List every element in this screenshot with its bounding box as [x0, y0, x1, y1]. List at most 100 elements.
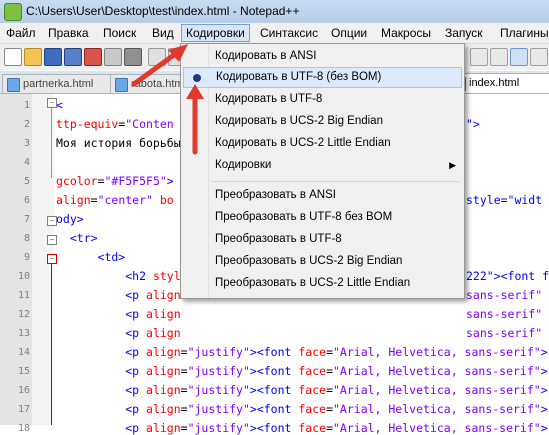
line-number: 7: [23, 214, 30, 225]
indent-guide-icon[interactable]: [510, 48, 528, 66]
menu-item-encode-ansi[interactable]: Кодировать в ANSI: [183, 46, 462, 67]
show-all-chars-icon[interactable]: [490, 48, 508, 66]
code-token: <td>: [56, 250, 126, 264]
title-bar: C:\Users\User\Desktop\test\index.html - …: [0, 0, 549, 24]
open-file-icon[interactable]: [24, 48, 42, 66]
code-token: <p: [56, 364, 147, 378]
code-token: face: [298, 345, 327, 359]
code-token: >: [540, 383, 548, 397]
code-token: align: [146, 326, 181, 340]
menu-file[interactable]: Файл: [2, 25, 40, 41]
code-token: <p: [56, 421, 147, 435]
fold-marker[interactable]: −: [47, 235, 57, 245]
code-fragment: 222"><font f: [466, 269, 549, 283]
new-file-icon[interactable]: [4, 48, 22, 66]
code-token: >: [540, 402, 548, 416]
line-number: 4: [23, 157, 30, 168]
menu-separator: [211, 181, 459, 182]
line-number: 14: [17, 347, 30, 358]
window-title: C:\Users\User\Desktop\test\index.html - …: [26, 4, 300, 18]
code-line: <: [56, 98, 63, 112]
code-token: ><font: [249, 383, 299, 397]
code-token: ody>: [56, 212, 84, 226]
fold-marker[interactable]: −: [47, 254, 57, 264]
code-token: "justify": [187, 402, 250, 416]
menu-item-convert-ucs2-be[interactable]: Преобразовать в UCS-2 Big Endian: [183, 251, 462, 272]
code-line: Моя история борьбы: [56, 136, 181, 150]
code-line: <p align: [56, 288, 180, 302]
menu-encoding[interactable]: Кодировки: [181, 24, 250, 42]
code-token: =: [180, 421, 188, 435]
menu-item-convert-utf8[interactable]: Преобразовать в UTF-8: [183, 229, 462, 250]
line-number: 1: [23, 100, 30, 111]
fold-marker[interactable]: −: [47, 98, 57, 108]
menu-item-convert-utf8-no-bom[interactable]: Преобразовать в UTF-8 без BOM: [183, 207, 462, 228]
code-token: "Arial, Helvetica, sans-serif": [333, 383, 541, 397]
code-fragment: style="widt: [466, 193, 543, 207]
code-token: align: [56, 193, 91, 207]
print-icon[interactable]: [124, 48, 142, 66]
tab-partnerka[interactable]: partnerka.html: [2, 74, 118, 93]
code-fragment: ">: [466, 117, 480, 131]
encoding-menu: Кодировать в ANSI Кодировать в UTF-8 (бе…: [180, 43, 465, 299]
line-number: 5: [23, 176, 30, 187]
code-line: <p align="justify"><font face="Arial, He…: [56, 402, 548, 416]
menu-item-character-sets[interactable]: Кодировки ▶: [183, 155, 462, 176]
code-token: "#F5F5F5": [104, 174, 167, 188]
code-token: "justify": [187, 383, 250, 397]
line-number: 12: [17, 309, 30, 320]
menu-item-convert-ansi[interactable]: Преобразовать в ANSI: [183, 185, 462, 206]
code-line: align="center" bo: [56, 193, 174, 207]
fold-marker[interactable]: −: [47, 216, 57, 226]
code-token: ><font: [249, 421, 299, 435]
menu-options[interactable]: Опции: [327, 25, 371, 41]
line-number: 10: [17, 271, 30, 282]
wrap-icon[interactable]: [470, 48, 488, 66]
menu-run[interactable]: Запуск: [441, 25, 487, 41]
line-number: 2: [23, 119, 30, 130]
submenu-arrow-icon: ▶: [449, 160, 456, 170]
close-all-icon[interactable]: [104, 48, 122, 66]
code-token: >: [540, 421, 548, 435]
code-token: =: [326, 402, 333, 416]
code-token: ><font: [249, 402, 299, 416]
code-line: gcolor="#F5F5F5">: [56, 174, 174, 188]
menu-item-encode-utf8[interactable]: Кодировать в UTF-8: [183, 89, 462, 110]
menu-search[interactable]: Поиск: [99, 25, 140, 41]
code-token: "Arial, Helvetica, sans-serif": [333, 421, 541, 435]
line-number: 11: [17, 290, 30, 301]
code-token: =: [180, 364, 188, 378]
save-all-icon[interactable]: [64, 48, 82, 66]
menu-edit[interactable]: Правка: [44, 25, 93, 41]
document-map-icon[interactable]: [530, 48, 548, 66]
close-file-icon[interactable]: [84, 48, 102, 66]
menu-syntax[interactable]: Синтаксис: [256, 25, 322, 41]
menu-item-encode-ucs2-le[interactable]: Кодировать в UCS-2 Little Endian: [183, 133, 462, 154]
menu-item-encode-ucs2-be[interactable]: Кодировать в UCS-2 Big Endian: [183, 111, 462, 132]
line-number: 17: [17, 404, 30, 415]
code-token: =: [326, 421, 333, 435]
menu-view[interactable]: Вид: [148, 25, 178, 41]
code-token: >: [166, 174, 174, 188]
menu-macros[interactable]: Макросы: [377, 25, 435, 41]
code-token: =: [326, 383, 333, 397]
code-token: <p: [56, 307, 147, 321]
menu-plugins[interactable]: Плагины: [496, 25, 549, 41]
cut-icon[interactable]: [148, 48, 166, 66]
menu-bar: Файл Правка Поиск Вид Кодировки Синтакси…: [0, 23, 549, 44]
save-icon[interactable]: [44, 48, 62, 66]
code-token: "Arial, Helvetica, sans-serif": [333, 364, 541, 378]
code-token: =: [180, 383, 188, 397]
code-line: <tr>: [56, 231, 98, 245]
code-token: face: [298, 421, 327, 435]
code-token: align: [146, 345, 181, 359]
code-token: =: [180, 345, 188, 359]
code-line: <p align: [56, 326, 181, 340]
code-line: <p align="justify"><font face="Arial, He…: [56, 345, 547, 359]
code-token: <p: [56, 288, 147, 302]
menu-item-convert-ucs2-le[interactable]: Преобразовать в UCS-2 Little Endian: [183, 273, 462, 294]
code-token: ttp-equiv: [56, 117, 119, 131]
code-token: <h2: [56, 269, 153, 283]
menu-item-encode-utf8-no-bom[interactable]: Кодировать в UTF-8 (без BOM): [183, 67, 462, 88]
code-fragment: sans-serif": [466, 326, 543, 340]
